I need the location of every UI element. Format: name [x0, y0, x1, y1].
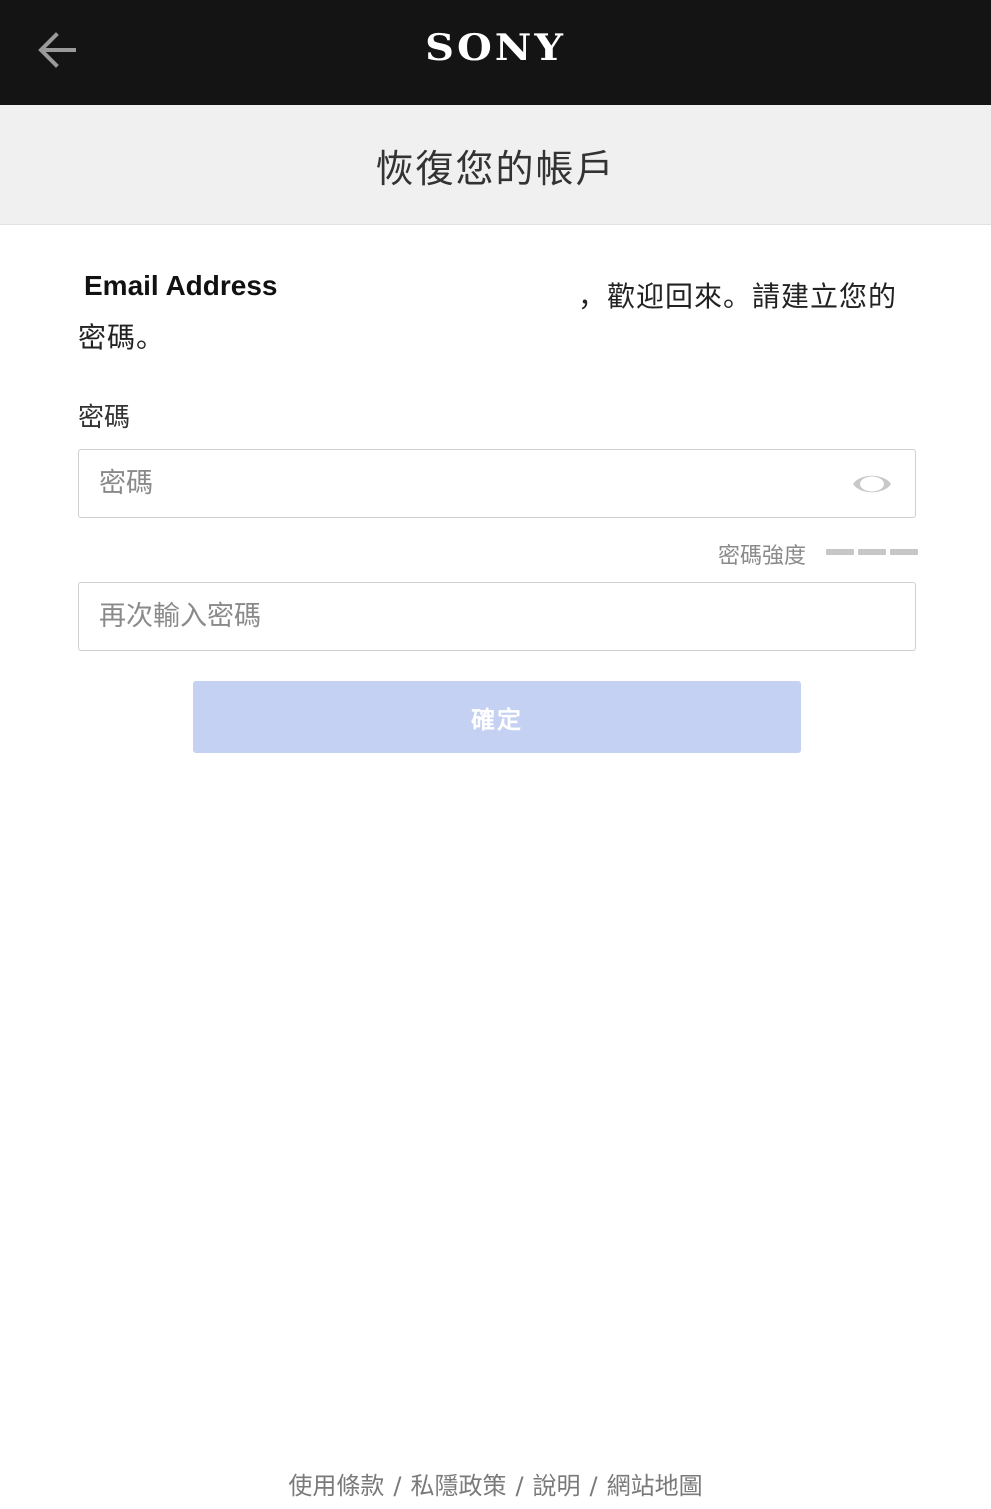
show-password-toggle[interactable]: [851, 469, 893, 499]
strength-bar-segment: [858, 549, 886, 555]
privacy-policy-link[interactable]: 私隱政策: [410, 1472, 506, 1500]
strength-bar-segment: [890, 549, 918, 555]
strength-bar-segment: [826, 549, 854, 555]
recover-account-page: SONY 恢復您的帳戶 Email Address ，歡迎回來。請建立您的 密碼…: [0, 0, 991, 1509]
top-bar: SONY: [0, 0, 991, 105]
page-title: 恢復您的帳戶: [375, 147, 616, 191]
password-field: [78, 449, 916, 518]
eye-icon: [853, 475, 891, 493]
help-link[interactable]: 說明: [533, 1472, 581, 1500]
password-label: 密碼: [78, 403, 131, 433]
footer-links: 使用條款 / 私隱政策 / 說明 / 網站地圖: [0, 1466, 991, 1501]
create-password-text: 密碼。: [78, 321, 166, 354]
terms-of-use-link[interactable]: 使用條款: [288, 1472, 384, 1500]
sitemap-link[interactable]: 網站地圖: [607, 1472, 703, 1500]
password-strength-meter: 密碼強度: [700, 536, 918, 569]
welcome-text: ，歡迎回來。請建立您的: [578, 280, 898, 313]
footer-separator: /: [589, 1472, 598, 1500]
confirm-password-field: [78, 582, 916, 651]
title-band: 恢復您的帳戶: [0, 105, 991, 225]
sony-logo: SONY: [425, 25, 566, 70]
footer-separator: /: [515, 1472, 524, 1500]
account-email: Email Address: [84, 270, 278, 301]
greeting-message: Email Address ，歡迎回來。請建立您的 密碼。: [78, 270, 918, 360]
footer-separator: /: [393, 1472, 402, 1500]
confirm-password-input[interactable]: [99, 583, 839, 650]
confirm-button[interactable]: 確定: [193, 681, 801, 753]
password-strength-label: 密碼強度: [718, 544, 807, 569]
password-input[interactable]: [99, 450, 839, 517]
